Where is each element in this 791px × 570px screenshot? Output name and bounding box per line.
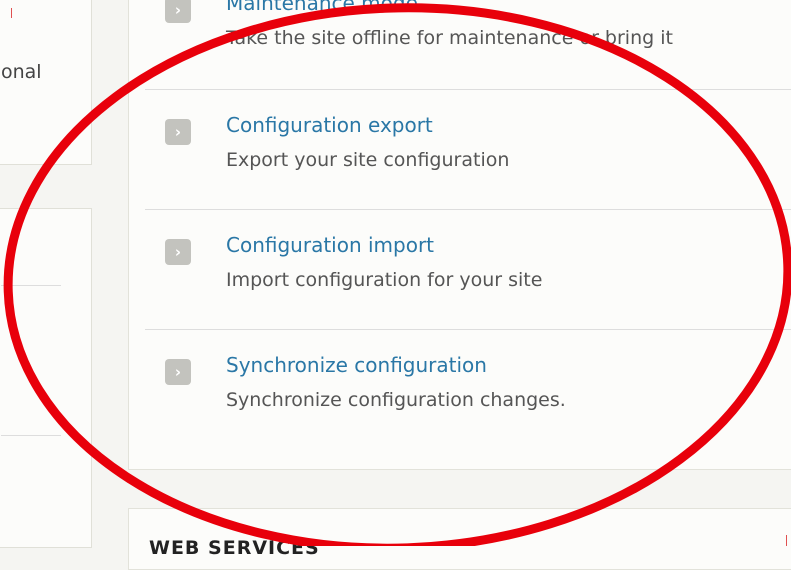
chevron-right-icon: › [165, 119, 191, 145]
item-divider [145, 209, 791, 210]
left-panel-top: onal [0, 0, 92, 165]
admin-item-configuration-import[interactable]: › Configuration import Import configurat… [145, 233, 791, 353]
chevron-right-icon: › [165, 359, 191, 385]
left-panel-bottom [0, 208, 92, 548]
maintenance-mode-description: Take the site offline for maintenance or… [226, 27, 673, 49]
configuration-export-link[interactable]: Configuration export [226, 113, 433, 137]
synchronize-configuration-link[interactable]: Synchronize configuration [226, 353, 487, 377]
item-divider [145, 89, 791, 90]
admin-item-maintenance-mode[interactable]: › Maintenance mode Take the site offline… [145, 0, 791, 111]
web-services-panel: WEB SERVICES [128, 508, 791, 570]
maintenance-mode-link[interactable]: Maintenance mode [226, 0, 418, 15]
item-divider [145, 329, 791, 330]
chevron-right-icon: › [165, 0, 191, 23]
synchronize-configuration-description: Synchronize configuration changes. [226, 389, 566, 411]
left-column: onal [0, 0, 92, 548]
left-panel-divider [1, 285, 61, 286]
admin-item-configuration-export[interactable]: › Configuration export Export your site … [145, 113, 791, 233]
left-panel-divider [1, 435, 61, 436]
configuration-import-description: Import configuration for your site [226, 269, 543, 291]
chevron-right-icon: › [165, 239, 191, 265]
configuration-import-link[interactable]: Configuration import [226, 233, 434, 257]
left-red-marker [11, 8, 12, 18]
right-red-marker [786, 535, 787, 546]
left-panel-partial-text: onal [1, 61, 42, 83]
configuration-export-description: Export your site configuration [226, 149, 510, 171]
admin-item-synchronize-configuration[interactable]: › Synchronize configuration Synchronize … [145, 353, 791, 473]
web-services-heading: WEB SERVICES [149, 537, 320, 559]
